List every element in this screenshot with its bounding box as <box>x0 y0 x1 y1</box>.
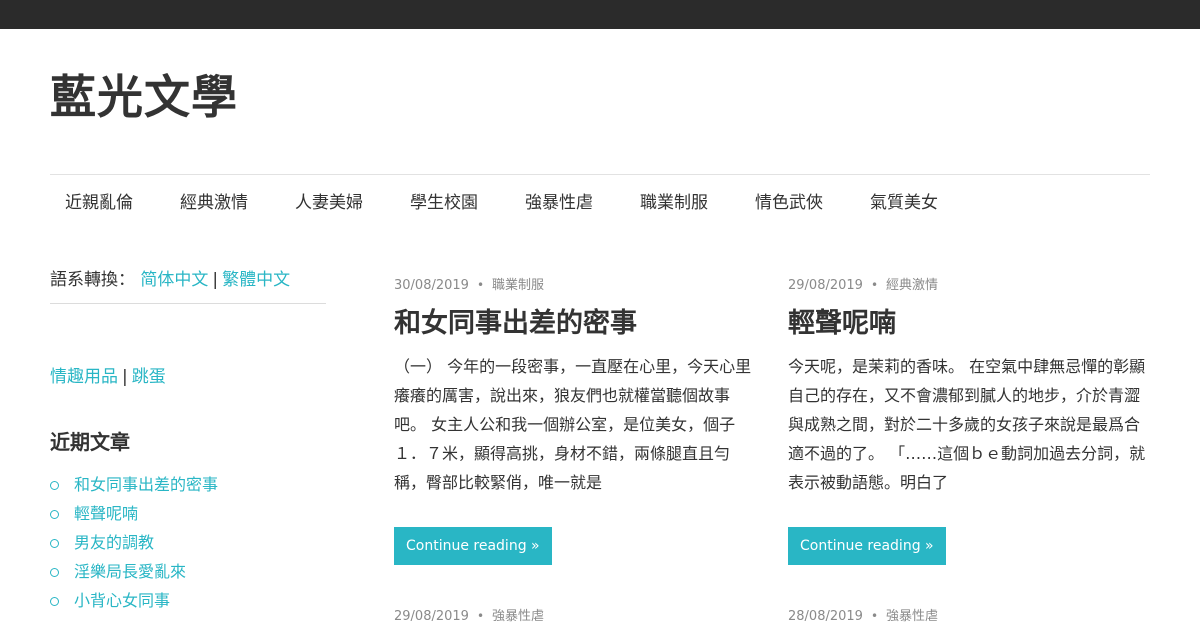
recent-post-item[interactable]: 淫樂局長愛亂來 <box>50 557 326 586</box>
top-bar <box>0 0 1200 29</box>
recent-post-item[interactable]: 小背心女同事 <box>50 586 326 615</box>
continue-reading-button[interactable]: Continue reading » <box>394 527 552 565</box>
language-separator: | <box>212 270 219 290</box>
post-date[interactable]: 30/08/2019 <box>394 278 469 293</box>
post-excerpt: 今天呢，是茉莉的香味。 在空氣中肆無忌憚的彰顯自己的存在，又不會濃郁到膩人的地步… <box>788 357 1146 492</box>
recent-posts-list: 和女同事出差的密事 輕聲呢喃 男友的調教 淫樂局長愛亂來 小背心女同事 <box>50 470 326 615</box>
simplified-chinese-link[interactable]: 简体中文 <box>140 270 208 290</box>
nav-item-8[interactable]: 氣質美女 <box>855 175 953 231</box>
meta-separator: • <box>476 278 485 292</box>
sponsor-link-2[interactable]: 跳蛋 <box>132 367 166 387</box>
post-excerpt: （一） 今年的一段密事，一直壓在心里，今天心里癢癢的厲害，說出來，狼友們也就權當… <box>394 357 752 492</box>
recent-post-link[interactable]: 輕聲呢喃 <box>74 504 138 523</box>
sponsor-separator: | <box>122 367 128 387</box>
post-meta: 29/08/2019 • 經典激情 <box>788 275 1150 296</box>
post-category[interactable]: 強暴性虐 <box>492 609 544 624</box>
recent-post-item[interactable]: 輕聲呢喃 <box>50 499 326 528</box>
recent-post-link[interactable]: 男友的調教 <box>74 533 154 552</box>
post-meta: 30/08/2019 • 職業制服 <box>394 275 756 296</box>
nav-item-7[interactable]: 情色武俠 <box>740 175 838 231</box>
post-category[interactable]: 經典激情 <box>886 278 938 293</box>
post-category[interactable]: 職業制服 <box>492 278 544 293</box>
nav-item-4[interactable]: 學生校園 <box>395 175 493 231</box>
nav-item-2[interactable]: 經典激情 <box>165 175 263 231</box>
continue-reading-button[interactable]: Continue reading » <box>788 527 946 565</box>
nav-item-1[interactable]: 近親亂倫 <box>50 175 148 231</box>
recent-post-link[interactable]: 小背心女同事 <box>74 591 170 610</box>
post-card-2: 29/08/2019 • 經典激情 輕聲呢喃 今天呢，是茉莉的香味。 在空氣中肆無忌… <box>788 275 1150 565</box>
sponsor-link-1[interactable]: 情趣用品 <box>50 367 118 387</box>
post-title[interactable]: 和女同事出差的密事 <box>394 304 756 344</box>
traditional-chinese-link[interactable]: 繁體中文 <box>222 270 290 290</box>
post-title[interactable]: 輕聲呢喃 <box>788 304 1150 344</box>
post-card-1: 30/08/2019 • 職業制服 和女同事出差的密事 （一） 今年的一段密事，一直… <box>394 275 756 565</box>
main-navigation: 近親亂倫 經典激情 人妻美婦 學生校園 強暴性虐 職業制服 情色武俠 氣質美女 <box>50 175 1150 231</box>
post-date[interactable]: 29/08/2019 <box>788 278 863 293</box>
sidebar: 語系轉換： 简体中文 | 繁體中文 情趣用品 | 跳蛋 近期文章 和女同事出差的密事 輕… <box>50 265 326 615</box>
meta-separator: • <box>870 278 879 292</box>
recent-post-link[interactable]: 和女同事出差的密事 <box>74 475 218 494</box>
nav-item-3[interactable]: 人妻美婦 <box>280 175 378 231</box>
post-date[interactable]: 28/08/2019 <box>788 609 863 624</box>
recent-post-item[interactable]: 和女同事出差的密事 <box>50 470 326 499</box>
post-category[interactable]: 強暴性虐 <box>886 609 938 624</box>
post-date[interactable]: 29/08/2019 <box>394 609 469 624</box>
recent-post-link[interactable]: 淫樂局長愛亂來 <box>74 562 186 581</box>
language-switcher: 語系轉換： 简体中文 | 繁體中文 <box>50 265 326 304</box>
site-title[interactable]: 藍光文學 <box>50 72 238 123</box>
nav-item-6[interactable]: 職業制服 <box>625 175 723 231</box>
next-post-meta-1: 29/08/2019 • 強暴性虐 <box>394 606 544 627</box>
language-label: 語系轉換： <box>50 270 135 290</box>
next-post-meta-2: 28/08/2019 • 強暴性虐 <box>788 606 938 627</box>
recent-posts-title: 近期文章 <box>50 430 130 454</box>
recent-post-item[interactable]: 男友的調教 <box>50 528 326 557</box>
sponsor-links: 情趣用品 | 跳蛋 <box>50 364 326 390</box>
meta-separator: • <box>870 609 879 623</box>
nav-item-5[interactable]: 強暴性虐 <box>510 175 608 231</box>
meta-separator: • <box>476 609 485 623</box>
